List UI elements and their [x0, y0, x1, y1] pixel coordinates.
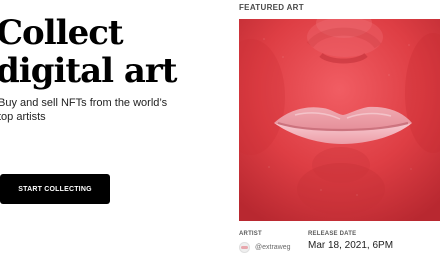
start-collecting-button[interactable]: START COLLECTING: [0, 174, 110, 204]
hero-title-line-2: digital art: [0, 51, 178, 91]
featured-art-label: FEATURED ART: [239, 3, 304, 12]
release-date-value: Mar 18, 2021, 6PM: [308, 240, 394, 251]
featured-art-image[interactable]: [239, 19, 440, 221]
artist-avatar-icon: [239, 241, 250, 253]
artist-handle: @extraweg: [255, 243, 291, 251]
featured-art-graphic: [239, 19, 440, 221]
artist-info[interactable]: @extraweg: [239, 240, 291, 254]
hero-subtitle: Buy and sell NFTs from the world’s top a…: [0, 97, 168, 123]
hero-title: Collect digital art: [0, 13, 178, 91]
artist-label: ARTIST: [239, 231, 262, 237]
hero-title-line-1: Collect: [0, 13, 124, 53]
release-date-label: RELEASE DATE: [308, 231, 357, 237]
